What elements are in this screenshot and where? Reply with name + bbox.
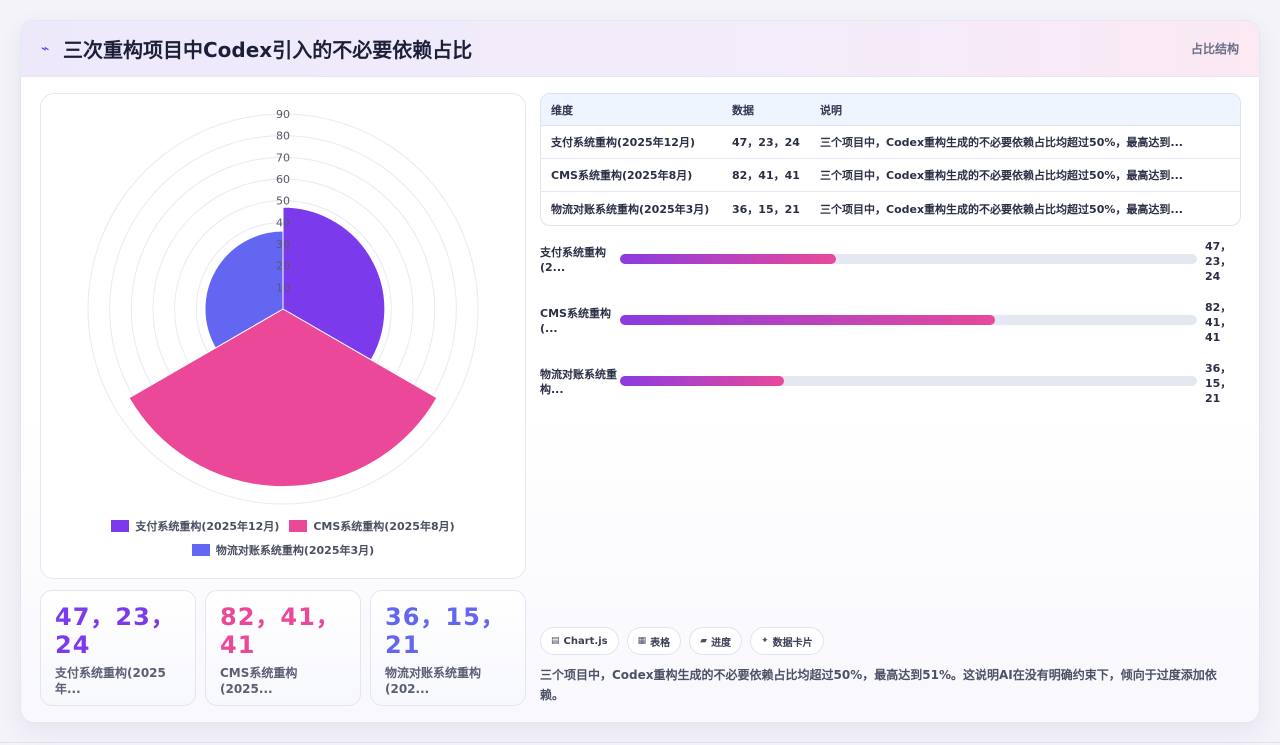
chip-chartjs[interactable]: ▤ Chart.js — [540, 627, 619, 655]
table-cell-dimension: 支付系统重构(2025年12月) — [551, 136, 695, 149]
table-row: 支付系统重构(2025年12月) 47，23，24 三个项目中，Codex重构生… — [541, 126, 1240, 159]
r-tick-label: 30 — [276, 238, 290, 251]
column-header-note: 说明 — [820, 103, 842, 117]
legend-swatch-logistics — [191, 544, 210, 556]
chip-label: 进度 — [711, 637, 732, 649]
data-table: 维度 数据 说明 支付系统重构(2025年12月) 47，23，24 三个项目中… — [540, 93, 1241, 226]
r-tick-label: 50 — [276, 195, 290, 208]
chart-legend: 支付系统重构(2025年12月) CMS系统重构(2025年8月) 物流对账系统… — [41, 518, 525, 566]
table-cell-data: 47，23，24 — [732, 136, 800, 149]
chip-label: Chart.js — [563, 635, 608, 647]
table-cell-dimension: CMS系统重构(2025年8月) — [551, 169, 693, 182]
r-tick-label: 80 — [276, 130, 290, 143]
stat-card-cms: 82，41，41 CMS系统重构(2025... — [205, 590, 361, 706]
progress-fill — [620, 315, 996, 325]
progress-value: 36，15，21 — [1205, 362, 1232, 405]
progress-row-cms: CMS系统重构(... 82，41，41 — [540, 301, 1241, 352]
r-tick-label: 20 — [276, 260, 290, 273]
sparkle-icon: ✦ — [761, 636, 769, 646]
progress-fill — [620, 254, 837, 264]
stat-card-payment: 47，23，24 支付系统重构(2025年... — [40, 590, 196, 706]
legend-item-logistics[interactable]: 物流对账系统重构(2025年3月) — [191, 542, 375, 558]
chip-data-cards[interactable]: ✦ 数据卡片 — [750, 627, 824, 655]
progress-row-payment: 支付系统重构(2... 47，23，24 — [540, 240, 1241, 291]
flash-icon: ⌁ — [41, 40, 50, 57]
legend-item-payment[interactable]: 支付系统重构(2025年12月) — [111, 518, 279, 534]
stat-value: 36，15，21 — [385, 603, 506, 659]
table-row: 物流对账系统重构(2025年3月) 36，15，21 三个项目中，Codex重构… — [541, 192, 1240, 225]
progress-row-logistics: 物流对账系统重构... 36，15，21 — [540, 362, 1241, 413]
legend-item-cms[interactable]: CMS系统重构(2025年8月) — [289, 518, 455, 534]
table-header: 维度 数据 说明 — [541, 94, 1240, 126]
stat-card-logistics: 36，15，21 物流对账系统重构(202... — [370, 590, 526, 706]
table-cell-data: 82，41，41 — [732, 169, 800, 182]
feature-chips: ▤ Chart.js ▦ 表格 ▰ 进度 ✦ 数据卡片 — [540, 627, 824, 655]
table-cell-note: 三个项目中，Codex重构生成的不必要依赖占比均超过50%，最高达到... — [820, 136, 1183, 149]
card-header: ⌁ 三次重构项目中Codex引入的不必要依赖占比 占比结构 — [21, 21, 1259, 77]
progress-value: 47，23，24 — [1205, 240, 1232, 283]
progress-value: 82，41，41 — [1205, 301, 1232, 344]
table-cell-note: 三个项目中，Codex重构生成的不必要依赖占比均超过50%，最高达到... — [820, 202, 1183, 216]
progress-label: 物流对账系统重构... — [540, 368, 617, 396]
stat-label: CMS系统重构(2025... — [220, 666, 298, 696]
stat-label: 物流对账系统重构(202... — [385, 666, 482, 696]
legend-label-cms: CMS系统重构(2025年8月) — [313, 520, 455, 533]
legend-label-payment: 支付系统重构(2025年12月) — [135, 520, 280, 533]
table-cell-note: 三个项目中，Codex重构生成的不必要依赖占比均超过50%，最高达到... — [820, 169, 1183, 182]
progress-track — [620, 254, 1197, 264]
r-tick-label: 10 — [276, 281, 290, 294]
progress-label: 支付系统重构(2... — [540, 246, 606, 274]
polar-area-chart[interactable]: 10 20 30 40 50 60 70 80 90 — [41, 94, 525, 514]
stat-label: 支付系统重构(2025年... — [55, 666, 166, 696]
progress-fill — [620, 376, 785, 386]
table-cell-dimension: 物流对账系统重构(2025年3月) — [551, 202, 710, 216]
column-header-data: 数据 — [732, 103, 754, 117]
polar-wedge[interactable] — [128, 308, 438, 488]
stat-value: 82，41，41 — [220, 603, 341, 659]
table-row: CMS系统重构(2025年8月) 82，41，41 三个项目中，Codex重构生… — [541, 159, 1240, 192]
chip-label: 表格 — [650, 637, 671, 649]
r-tick-label: 70 — [276, 151, 290, 164]
legend-label-logistics: 物流对账系统重构(2025年3月) — [215, 544, 375, 557]
page-divider — [0, 742, 1280, 743]
progress-icon: ▰ — [700, 636, 708, 646]
chart-type-tag: 占比结构 — [1190, 42, 1239, 56]
chip-progress[interactable]: ▰ 进度 — [689, 627, 743, 655]
stat-value: 47，23，24 — [55, 603, 176, 659]
progress-label: CMS系统重构(... — [540, 307, 611, 335]
legend-swatch-cms — [289, 520, 308, 532]
r-tick-label: 60 — [276, 173, 290, 186]
main-card: ⌁ 三次重构项目中Codex引入的不必要依赖占比 占比结构 10 20 30 40 50… — [20, 20, 1260, 723]
legend-swatch-payment — [111, 520, 130, 532]
chart-icon: ▤ — [551, 636, 560, 646]
page-title: 三次重构项目中Codex引入的不必要依赖占比 — [63, 38, 473, 62]
r-tick-label: 40 — [276, 216, 290, 229]
r-tick-label: 90 — [276, 108, 290, 121]
column-header-dimension: 维度 — [551, 103, 573, 117]
polar-chart-panel: 10 20 30 40 50 60 70 80 90 支付系统重构(2025年12月) CMS系… — [40, 93, 526, 579]
chip-label: 数据卡片 — [772, 637, 813, 649]
table-icon: ▦ — [637, 636, 647, 646]
progress-bars: 支付系统重构(2... 47，23，24 CMS系统重构(... 82，41，4… — [540, 240, 1241, 426]
summary-text: 三个项目中，Codex重构生成的不必要依赖占比均超过50%，最高达到51%。这说… — [540, 668, 1217, 702]
progress-track — [620, 376, 1197, 386]
chip-table[interactable]: ▦ 表格 — [626, 627, 682, 655]
progress-track — [620, 315, 1197, 325]
table-cell-data: 36，15，21 — [732, 202, 800, 216]
